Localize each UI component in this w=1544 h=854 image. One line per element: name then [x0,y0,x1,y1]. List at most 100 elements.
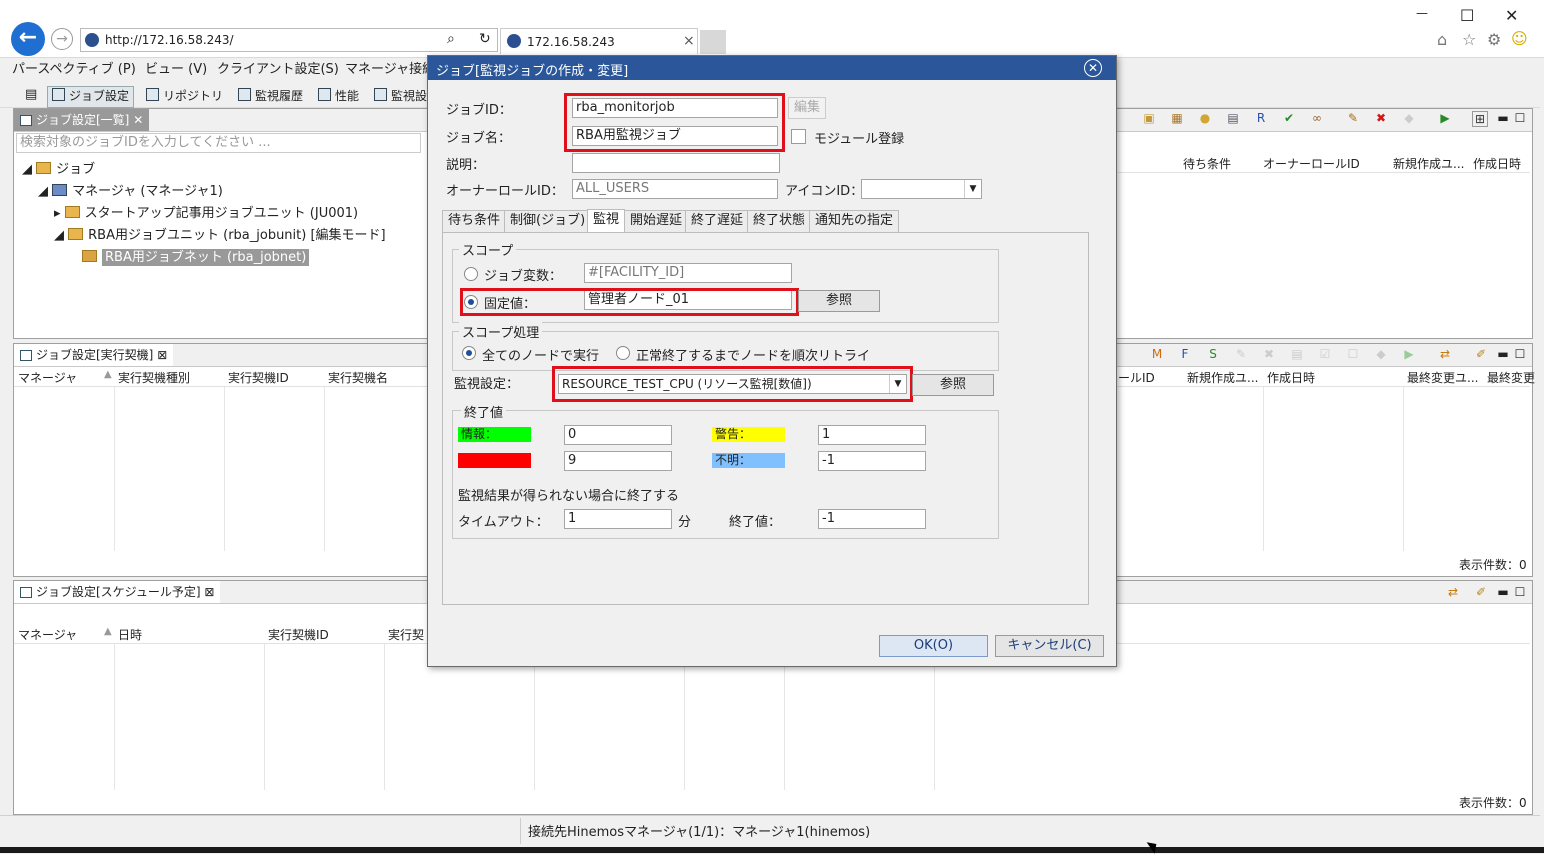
icon-id-select[interactable]: ▼ [861,179,982,199]
end-value-input[interactable]: -1 [818,509,926,529]
col-trigger-type[interactable]: 実行契機種別 [118,369,190,386]
col-modified-by[interactable]: 最終変更ユ... [1407,369,1478,386]
col-created-at[interactable]: 作成日時 [1267,369,1315,386]
tab-monitor[interactable]: 監視 [587,209,626,233]
menu-perspective[interactable]: パースペクティブ (P) [12,58,136,77]
tab-wait-condition[interactable]: 待ち条件 [442,210,507,233]
browser-tab[interactable]: 172.16.58.243 × [500,28,698,54]
col-trigger-name[interactable]: 実行契機名 [328,369,388,386]
retry-nodes-radio[interactable] [616,346,630,360]
address-bar[interactable]: http://172.16.58.243/ ⌕ ↻ [80,28,498,52]
all-nodes-radio[interactable] [462,346,476,360]
approve-icon[interactable]: ✔ [1282,111,1296,125]
scope-reference-button[interactable]: 参照 [798,290,880,312]
col-modified-at[interactable]: 最終変更 [1487,369,1535,386]
info-end-value-input[interactable]: 0 [564,425,672,445]
col-trigger-id[interactable]: 実行契機ID [228,369,289,386]
eraser-icon[interactable]: ◆ [1402,111,1416,125]
open-perspective-icon[interactable]: ▤ [25,87,37,102]
perspective-performance[interactable]: 性能 [313,86,364,108]
file-icon[interactable]: ▤ [1226,111,1240,125]
enable-icon[interactable]: ☑ [1318,347,1332,361]
folder-open-icon[interactable]: ▣ [1142,111,1156,125]
file-check-icon[interactable]: F [1178,347,1192,361]
reference-icon[interactable]: R [1254,111,1268,125]
menu-client-settings[interactable]: クライアント設定(S) [217,58,339,77]
tree-view-icon[interactable]: ⊞ [1472,111,1488,127]
warning-end-value-input[interactable]: 1 [818,425,926,445]
ok-button[interactable]: OK(O) [879,635,988,657]
col-datetime[interactable]: 日時 [118,626,142,643]
col-trigger-name[interactable]: 実行契 [388,626,424,643]
maximize-panel-icon[interactable]: ☐ [1513,585,1527,599]
run-icon[interactable]: ▶ [1438,111,1452,125]
job-variable-input[interactable]: #[FACILITY_ID] [584,263,792,283]
edit-icon[interactable]: ✎ [1234,347,1248,361]
perspective-job-settings[interactable]: ジョブ設定 [47,86,135,108]
manager-icon[interactable]: M [1150,347,1164,361]
filter-icon[interactable]: ✐ [1474,585,1488,599]
col-owner-role[interactable]: ールID [1118,369,1155,386]
perspective-monitor-settings[interactable]: 監視設 [369,86,432,108]
maximize-panel-icon[interactable]: ☐ [1513,347,1527,361]
delete-icon[interactable]: ✖ [1262,347,1276,361]
maximize-button[interactable]: ☐ [1460,6,1474,25]
copy-icon[interactable]: ▤ [1290,347,1304,361]
col-created-at[interactable]: 作成日時 [1473,155,1521,172]
delete-icon[interactable]: ✖ [1374,111,1388,125]
job-search-input[interactable]: 検索対象のジョブIDを入力してください ... [16,133,421,153]
tree-jobnet-rba[interactable]: RBA用ジョブネット (rba_jobnet) [82,248,310,268]
job-variable-radio[interactable] [464,267,478,281]
maximize-panel-icon[interactable]: ☐ [1513,111,1527,125]
perspective-monitor-history[interactable]: 監視履歴 [233,86,308,108]
refresh-icon[interactable]: ↻ [479,31,491,47]
tree-jobunit-ju001[interactable]: ▸ スタートアップ記事用ジョブユニット (JU001) [54,204,358,224]
minimize-panel-icon[interactable]: ▬ [1496,347,1510,361]
search-icon[interactable]: ⌕ [447,31,455,47]
run-icon[interactable]: ▶ [1402,347,1416,361]
back-button[interactable]: ← [11,22,45,56]
link-icon[interactable]: ∞ [1310,111,1324,125]
url-text[interactable]: http://172.16.58.243/ [105,33,234,47]
tree-manager[interactable]: ◢ マネージャ (マネージャ1) [38,182,223,202]
menu-view[interactable]: ビュー (V) [145,58,207,77]
timeout-input[interactable]: 1 [564,509,672,529]
col-owner-role[interactable]: オーナーロールID [1263,155,1360,172]
close-icon[interactable]: ⊠ [157,348,167,362]
col-created-by[interactable]: 新規作成ユ... [1187,369,1258,386]
minimize-button[interactable]: — [1416,6,1428,20]
close-icon[interactable]: ✕ [133,113,143,127]
refresh-icon[interactable]: ⇄ [1438,347,1452,361]
col-wait-condition[interactable]: 待ち条件 [1183,155,1231,172]
unknown-end-value-input[interactable]: -1 [818,451,926,471]
eraser-icon[interactable]: ◆ [1374,347,1388,361]
col-manager[interactable]: マネージャ [18,626,77,643]
minimize-panel-icon[interactable]: ▬ [1496,585,1510,599]
new-tab-button[interactable] [700,30,726,54]
tab-control[interactable]: 制御(ジョブ) [504,210,592,233]
tab-job-list[interactable]: ジョブ設定[一覧] ✕ [14,109,150,131]
monitor-reference-button[interactable]: 参照 [912,374,994,396]
close-window-button[interactable]: ✕ [1505,6,1518,25]
tab-start-delay[interactable]: 開始遅延 [624,210,689,233]
disable-icon[interactable]: ☐ [1346,347,1360,361]
perspective-repository[interactable]: リポジトリ [141,86,228,108]
description-input[interactable] [572,153,780,173]
col-trigger-id[interactable]: 実行契機ID [268,626,329,643]
jobnet-icon[interactable]: ▦ [1170,111,1184,125]
home-icon[interactable]: ⌂ [1437,30,1447,49]
dialog-close-button[interactable]: ✕ [1084,59,1102,77]
schedule-icon[interactable]: S [1206,347,1220,361]
critical-end-value-input[interactable]: 9 [564,451,672,471]
tree-jobunit-rba[interactable]: ◢ RBA用ジョブユニット (rba_jobunit) [編集モード] [54,226,386,246]
tab-close-icon[interactable]: × [683,33,695,49]
tree-root-job[interactable]: ◢ ジョブ [22,160,95,180]
edit-icon[interactable]: ✎ [1346,111,1360,125]
edit-button[interactable]: 編集 [788,97,826,119]
tab-end-status[interactable]: 終了状態 [747,210,812,233]
tab-end-delay[interactable]: 終了遅延 [685,210,750,233]
gear-icon[interactable]: ⚙ [1487,30,1501,49]
filter-icon[interactable]: ✐ [1474,347,1488,361]
module-checkbox[interactable] [791,129,806,144]
tab-trigger[interactable]: ジョブ設定[実行契機] ⊠ [14,344,174,366]
